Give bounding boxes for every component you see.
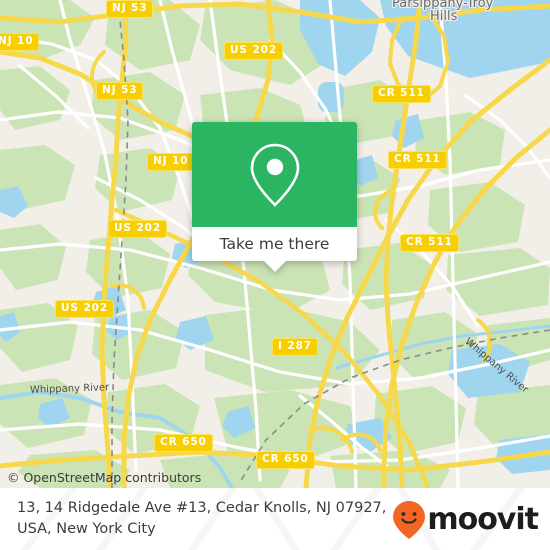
road-shield: I 287 <box>272 338 318 356</box>
road-shield: CR 511 <box>400 234 459 252</box>
road-shield: US 202 <box>108 220 168 238</box>
callout-action-panel[interactable]: Take me there <box>192 227 357 272</box>
moovit-logo[interactable]: moovit <box>392 500 539 540</box>
road-shield: CR 511 <box>388 151 447 169</box>
road-shield: CR 650 <box>256 451 315 469</box>
osm-attribution[interactable]: © OpenStreetMap contributors <box>7 470 201 486</box>
road-shield: NJ 53 <box>106 0 154 18</box>
road-shield: US 202 <box>224 42 284 60</box>
moovit-map-screenshot: NJ 53 NJ 10 US 202 NJ 53 CR 511 NJ 10 CR… <box>0 0 550 550</box>
place-label-parsippany-line2: Hills <box>430 9 458 24</box>
callout-pointer-tail <box>263 261 286 272</box>
callout-icon-panel <box>192 122 357 227</box>
map-pin-icon <box>250 143 299 207</box>
take-me-there-callout[interactable]: Take me there <box>192 122 357 272</box>
footer-bar: 13, 14 Ridgedale Ave #13, Cedar Knolls, … <box>0 488 550 550</box>
road-shield: NJ 10 <box>147 153 195 171</box>
road-shield: CR 650 <box>154 434 213 452</box>
address-text: 13, 14 Ridgedale Ave #13, Cedar Knolls, … <box>17 500 387 537</box>
road-shield: US 202 <box>55 300 115 318</box>
moovit-smiley-pin-icon <box>393 501 426 539</box>
moovit-wordmark: moovit <box>427 502 539 537</box>
road-shield: NJ 10 <box>0 33 40 51</box>
take-me-there-label: Take me there <box>219 235 330 253</box>
road-shield: NJ 53 <box>96 82 144 100</box>
road-shield: CR 511 <box>372 85 431 103</box>
map-canvas[interactable]: NJ 53 NJ 10 US 202 NJ 53 CR 511 NJ 10 CR… <box>0 0 550 488</box>
